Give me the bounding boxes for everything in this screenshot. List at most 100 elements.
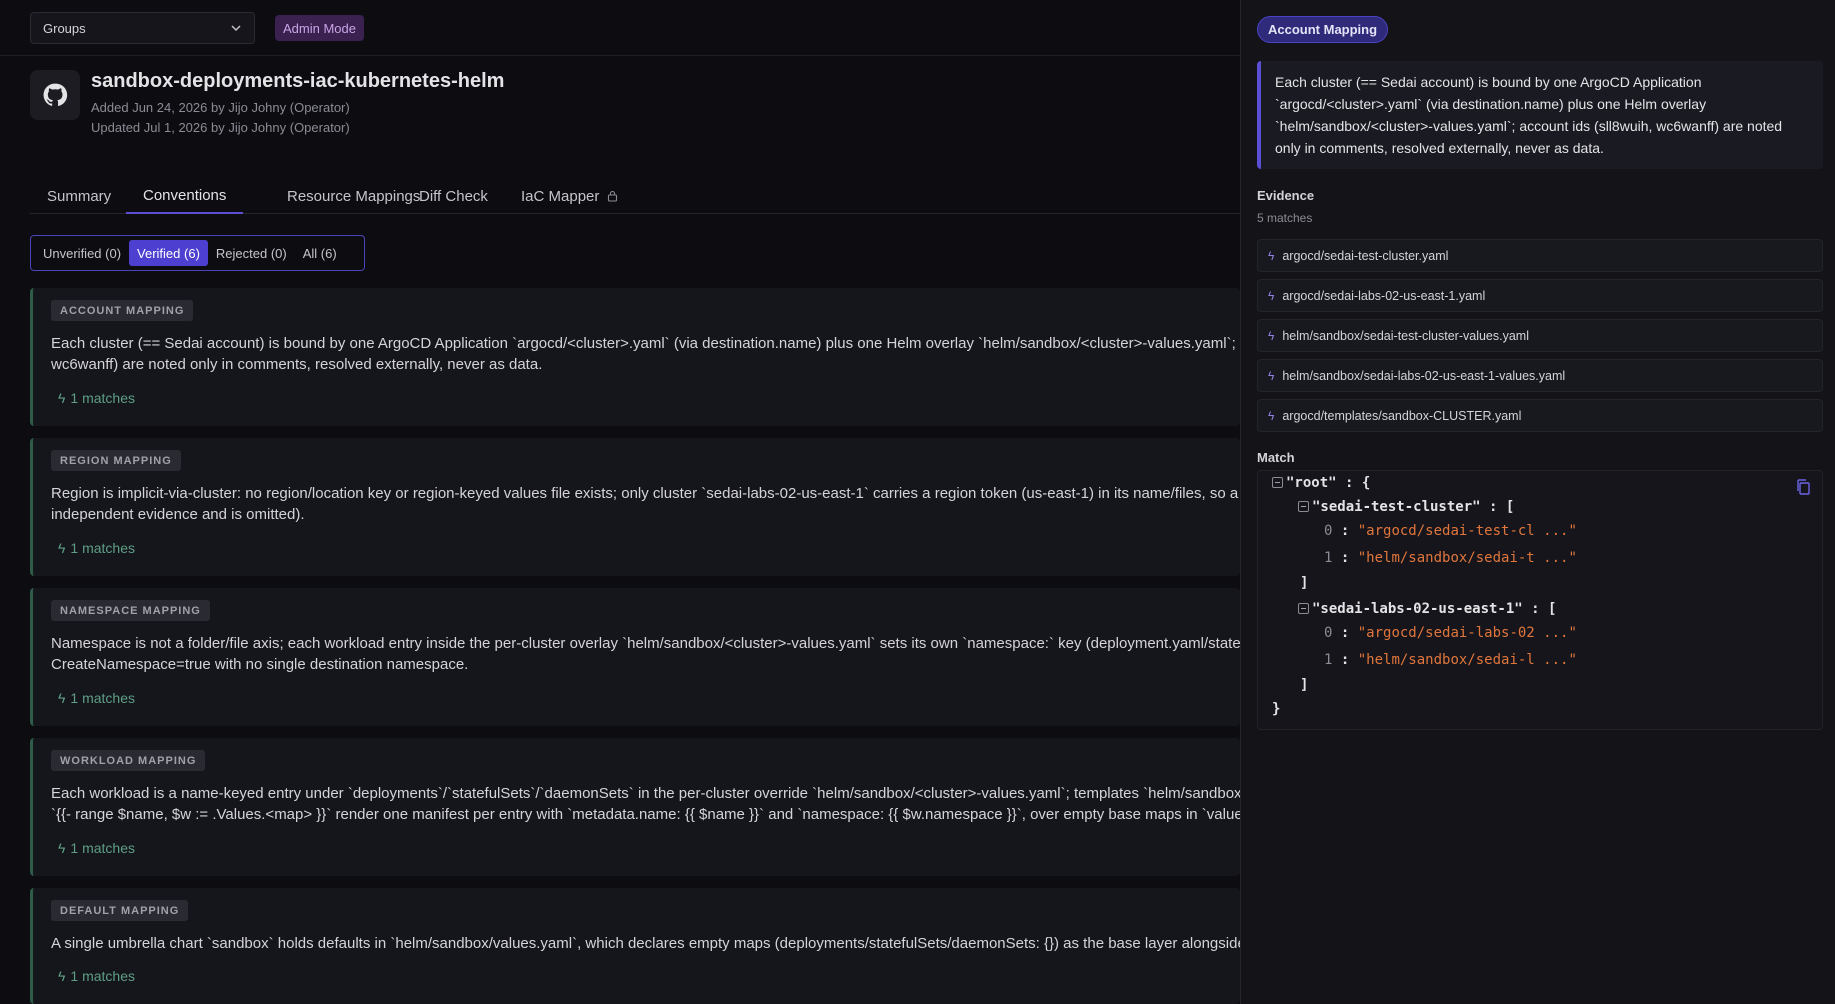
matches-label: 1 matches [70, 840, 136, 856]
evidence-item[interactable]: ϟ argocd/sedai-test-cluster.yaml [1257, 239, 1823, 272]
json-string: "helm/sandbox/sedai-l ..." [1357, 652, 1577, 668]
verification-filter: Unverified (0) Verified (6) Rejected (0)… [30, 235, 365, 271]
evidence-path: argocd/sedai-labs-02-us-east-1.yaml [1282, 288, 1486, 303]
convention-card-region[interactable]: REGION MAPPING Region is implicit-via-cl… [30, 438, 1240, 576]
evidence-path: helm/sandbox/sedai-labs-02-us-east-1-val… [1282, 368, 1566, 383]
bolt-icon: ϟ [1268, 248, 1275, 263]
bolt-icon: ϟ [58, 840, 66, 856]
matches-label: 1 matches [70, 390, 136, 406]
convention-card-namespace[interactable]: NAMESPACE MAPPING Namespace is not a fol… [30, 588, 1240, 726]
filter-rejected[interactable]: Rejected (0) [208, 240, 295, 266]
evidence-item[interactable]: ϟ helm/sandbox/sedai-test-cluster-values.… [1257, 319, 1823, 352]
collapse-toggle-icon[interactable] [1298, 603, 1309, 614]
json-string: "argocd/sedai-test-cl ..." [1357, 523, 1577, 539]
filter-label: Rejected (0) [215, 245, 287, 261]
matches-link[interactable]: ϟ1 matches [58, 390, 135, 406]
tab-summary[interactable]: Summary [30, 178, 128, 214]
matches-label: 1 matches [70, 690, 136, 706]
json-viewer: "root" : { "sedai-test-cluster" : [ 0 : … [1257, 470, 1823, 730]
convention-text: Each workload is a name-keyed entry unde… [51, 785, 1240, 823]
matches-label: 1 matches [70, 540, 136, 556]
tab-bar: Summary Conventions Resource Mappings Di… [30, 178, 1240, 214]
matches-label: 1 matches [70, 968, 136, 984]
admin-mode-label: Admin Mode [283, 20, 356, 36]
json-root-line: "root" : { [1272, 475, 1370, 491]
evidence-count: 5 matches [1257, 211, 1313, 225]
bolt-icon: ϟ [1268, 368, 1275, 383]
convention-badge: NAMESPACE MAPPING [51, 600, 210, 621]
match-label: Match [1257, 450, 1295, 465]
tab-label: Resource Mappings [287, 187, 421, 205]
json-value-line: 0 : "argocd/sedai-labs-02 ..." [1324, 625, 1577, 641]
repo-updated-meta: Updated Jul 1, 2026 by Jijo Johny (Opera… [91, 120, 350, 135]
bolt-icon: ϟ [1268, 328, 1275, 343]
tab-conventions[interactable]: Conventions [126, 178, 244, 214]
top-bar: Groups Admin Mode [0, 0, 1240, 56]
json-key-line: "sedai-test-cluster" : [ [1298, 499, 1514, 515]
json-bracket: ] [1300, 575, 1309, 591]
copy-icon[interactable] [1796, 479, 1810, 495]
detail-panel: Account Mapping Each cluster (== Sedai a… [1240, 0, 1835, 1004]
evidence-item[interactable]: ϟ helm/sandbox/sedai-labs-02-us-east-1-va… [1257, 359, 1823, 392]
groups-dropdown-value: Groups [43, 20, 86, 36]
json-string: "argocd/sedai-labs-02 ..." [1357, 625, 1577, 641]
evidence-path: argocd/sedai-test-cluster.yaml [1282, 248, 1449, 263]
matches-link[interactable]: ϟ1 matches [58, 840, 135, 856]
collapse-toggle-icon[interactable] [1272, 477, 1283, 488]
bolt-icon: ϟ [58, 540, 66, 556]
tab-label: Diff Check [419, 187, 488, 205]
github-icon [30, 70, 80, 120]
convention-card-account[interactable]: ACCOUNT MAPPING Each cluster (== Sedai a… [30, 288, 1240, 426]
json-key: "sedai-test-cluster" [1312, 499, 1481, 515]
panel-description: Each cluster (== Sedai account) is bound… [1257, 61, 1823, 169]
repo-added-meta: Added Jun 24, 2026 by Jijo Johny (Operat… [91, 100, 350, 115]
matches-link[interactable]: ϟ1 matches [58, 690, 135, 706]
json-key-line: "sedai-labs-02-us-east-1" : [ [1298, 601, 1556, 617]
json-bracket: ] [1300, 677, 1309, 693]
bolt-icon: ϟ [58, 968, 66, 984]
evidence-path: helm/sandbox/sedai-test-cluster-values.y… [1282, 328, 1529, 343]
collapse-toggle-icon[interactable] [1298, 501, 1309, 512]
filter-verified[interactable]: Verified (6) [129, 240, 208, 266]
repo-title: sandbox-deployments-iac-kubernetes-helm [91, 70, 505, 92]
matches-link[interactable]: ϟ1 matches [58, 968, 135, 984]
panel-title-badge: Account Mapping [1257, 16, 1389, 43]
bolt-icon: ϟ [58, 390, 66, 406]
convention-text: A single umbrella chart `sandbox` holds … [51, 935, 1240, 952]
tab-label: Conventions [143, 186, 227, 204]
convention-text: Namespace is not a folder/file axis; eac… [51, 635, 1240, 673]
tab-label: Summary [47, 187, 112, 205]
evidence-label: Evidence [1257, 188, 1315, 203]
tab-label: IaC Mapper [521, 187, 600, 205]
convention-card-default[interactable]: DEFAULT MAPPING A single umbrella chart … [30, 888, 1240, 1004]
evidence-path: argocd/templates/sandbox-CLUSTER.yaml [1282, 408, 1522, 423]
tab-diff-check[interactable]: Diff Check [402, 178, 505, 214]
admin-mode-badge[interactable]: Admin Mode [275, 15, 364, 41]
matches-link[interactable]: ϟ1 matches [58, 540, 135, 556]
filter-label: Verified (6) [137, 245, 200, 261]
lock-icon [608, 190, 618, 202]
evidence-item[interactable]: ϟ argocd/sedai-labs-02-us-east-1.yaml [1257, 279, 1823, 312]
filter-all[interactable]: All (6) [295, 240, 345, 266]
filter-unverified[interactable]: Unverified (0) [35, 240, 129, 266]
bolt-icon: ϟ [1268, 408, 1275, 423]
groups-dropdown[interactable]: Groups [30, 12, 255, 44]
json-string: "helm/sandbox/sedai-t ..." [1357, 550, 1577, 566]
bolt-icon: ϟ [58, 690, 66, 706]
filter-label: All (6) [302, 245, 337, 261]
convention-badge: ACCOUNT MAPPING [51, 300, 194, 321]
convention-card-workload[interactable]: WORKLOAD MAPPING Each workload is a name… [30, 738, 1240, 876]
tab-iac-mapper[interactable]: IaC Mapper [504, 178, 635, 214]
evidence-item[interactable]: ϟ argocd/templates/sandbox-CLUSTER.yaml [1257, 399, 1823, 432]
json-bracket: } [1272, 701, 1281, 717]
json-key: "root" [1286, 475, 1337, 491]
convention-badge: REGION MAPPING [51, 450, 181, 471]
convention-badge: DEFAULT MAPPING [51, 900, 189, 921]
filter-label: Unverified (0) [43, 245, 122, 261]
convention-badge: WORKLOAD MAPPING [51, 750, 206, 771]
chevron-down-icon [231, 25, 241, 32]
bolt-icon: ϟ [1268, 288, 1275, 303]
json-key: "sedai-labs-02-us-east-1" [1312, 601, 1523, 617]
convention-text: Region is implicit-via-cluster: no regio… [51, 485, 1240, 523]
json-value-line: 1 : "helm/sandbox/sedai-t ..." [1324, 550, 1577, 566]
